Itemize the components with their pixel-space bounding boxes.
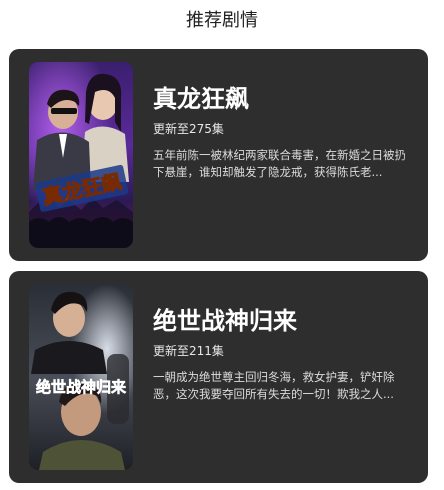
drama-title[interactable]: 真龙狂飙: [153, 79, 249, 114]
page-title: 推荐剧情: [186, 10, 258, 31]
drama-card[interactable]: 真龙狂飙 真龙狂飙 更新至275集 五年前陈一被林纪两家联合毒害，在新婚之日被扔…: [9, 49, 428, 261]
poster-title-text: 绝世战神归来: [36, 378, 127, 396]
drama-description: 五年前陈一被林纪两家联合毒害，在新婚之日被扔下悬崖，谁知却触发了隐龙戒，获得陈氏…: [153, 148, 406, 179]
drama-title[interactable]: 绝世战神归来: [153, 301, 297, 336]
drama-card[interactable]: 绝世战神归来 绝世战神归来 更新至211集 一朝成为绝世尊主回归冬海，救女护妻，…: [9, 271, 428, 483]
drama-poster[interactable]: 绝世战神归来: [29, 284, 133, 470]
drama-description: 一朝成为绝世尊主回归冬海，救女护妻，铲奸除恶，这次我要夺回所有失去的一切！欺我之…: [153, 370, 395, 401]
recommended-dramas-page: 推荐剧情 真龙狂飙 真龙狂飙 更新至275集 五年前陈一被林纪两家联合毒害，在新…: [0, 0, 444, 490]
episode-count: 更新至211集: [153, 344, 224, 358]
episode-count: 更新至275集: [153, 122, 224, 136]
drama-poster[interactable]: 真龙狂飙: [29, 62, 133, 248]
